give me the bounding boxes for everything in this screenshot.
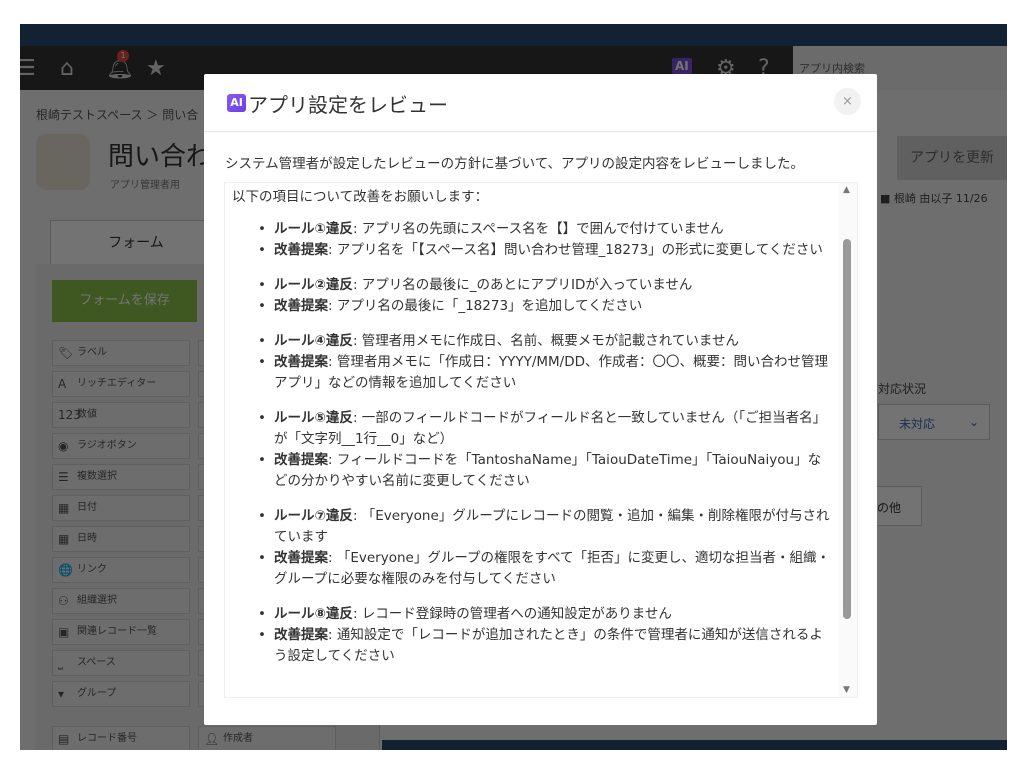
improvement-suggestion: 改善提案: アプリ名の最後に「_18273」を追加してください xyxy=(258,296,831,317)
rule-violation: ルール⑤違反: 一部のフィールドコードがフィールド名と一致していません（「ご担当… xyxy=(258,408,831,450)
related-records-icon: ▣ xyxy=(58,625,70,639)
palette-item[interactable]: ⚇ 組織選択 xyxy=(52,588,190,614)
date-icon: ▦ xyxy=(58,501,70,515)
status-dropdown[interactable]: 未対応 ⌄ xyxy=(878,404,990,440)
palette-item[interactable]: A リッチエディター xyxy=(52,371,190,397)
save-form-button[interactable]: フォームを保存 xyxy=(52,280,197,322)
palette-item[interactable]: ▦ 日付 xyxy=(52,495,190,521)
app-icon xyxy=(36,134,90,190)
dialog-header: AI アプリ設定をレビュー × xyxy=(204,74,877,132)
review-result-box[interactable]: 以下の項目について改善をお願いします： ルール①違反: アプリ名の先頭にスペース… xyxy=(224,182,858,698)
tab-form[interactable]: フォーム xyxy=(50,220,222,264)
status-field-label: 対応状況 xyxy=(878,382,927,396)
space-icon: ⎵ xyxy=(58,656,63,670)
menu-icon[interactable]: ☰ xyxy=(20,56,36,81)
review-dialog: AI アプリ設定をレビュー × システム管理者が設定したレビューの方針に基づいて… xyxy=(204,74,877,725)
palette-item[interactable]: 123 数値 xyxy=(52,402,190,428)
app-title: 問い合わ xyxy=(108,142,213,172)
ai-icon: AI xyxy=(227,94,246,112)
user-icon: ■ xyxy=(880,192,894,205)
improvement-suggestion: 改善提案: 通知設定で「レコードが追加されたとき」の条件で管理者に通知が送信され… xyxy=(258,625,831,667)
dialog-title: アプリ設定をレビュー xyxy=(248,93,448,117)
rule-violation: ルール⑦違反: 「Everyone」グループにレコードの閲覧・追加・編集・削除権… xyxy=(258,506,831,548)
review-group: ルール⑦違反: 「Everyone」グループにレコードの閲覧・追加・編集・削除権… xyxy=(258,506,831,590)
close-button[interactable]: × xyxy=(834,88,861,115)
number-icon: ▤ xyxy=(58,732,70,746)
header-bar xyxy=(20,24,1007,46)
rule-violation: ルール②違反: アプリ名の最後に_のあとにアプリIDが入っていません xyxy=(258,275,831,296)
scrollbar-thumb[interactable] xyxy=(843,239,851,619)
improvement-suggestion: 改善提案: フィールドコードを「TantoshaName」「TaiouDateT… xyxy=(258,450,831,492)
palette-item[interactable]: ☰ 複数選択 xyxy=(52,464,190,490)
palette-item-creator[interactable]: 👤︎ 作成者 xyxy=(198,726,336,750)
last-editor: ■ 根崎 由以子 11/26 xyxy=(880,192,988,205)
ai-button[interactable]: AI xyxy=(672,58,692,74)
group-icon: ▾ xyxy=(58,687,65,701)
other-option[interactable]: の他 xyxy=(870,486,922,526)
breadcrumb[interactable]: 根崎テストスペース ＞ 問い合 xyxy=(36,106,198,123)
palette-item[interactable]: 🏷 ラベル xyxy=(52,340,190,366)
star-icon[interactable]: ★ xyxy=(146,56,166,81)
rule-violation: ルール⑧違反: レコード登録時の管理者への通知設定がありません xyxy=(258,604,831,625)
improvement-suggestion: 改善提案: 管理者用メモに「作成日：YYYY/MM/DD、作成者：〇〇、概要：問… xyxy=(258,352,831,394)
review-group: ルール⑤違反: 一部のフィールドコードがフィールド名と一致していません（「ご担当… xyxy=(258,408,831,492)
chevron-down-icon: ⌄ xyxy=(968,415,979,429)
scrollbar[interactable]: ▲ ▼ xyxy=(839,183,857,697)
review-group: ルール⑧違反: レコード登録時の管理者への通知設定がありません 改善提案: 通知… xyxy=(258,604,831,667)
palette-item[interactable]: ▦ 日時 xyxy=(52,526,190,552)
review-group: ルール①違反: アプリ名の先頭にスペース名を【】で囲んで付けていません 改善提案… xyxy=(258,219,831,261)
review-group: ルール④違反: 管理者用メモに作成日、名前、概要メモが記載されていません 改善提… xyxy=(258,331,831,394)
scroll-up-icon[interactable]: ▲ xyxy=(843,185,850,195)
radio-icon: ◉ xyxy=(58,439,69,453)
admin-memo-link[interactable]: アプリ管理者用 xyxy=(110,176,180,191)
number-icon: 123 xyxy=(58,408,81,422)
footer-bar xyxy=(382,740,1007,750)
update-app-button[interactable]: アプリを更新 xyxy=(897,136,1007,180)
intro-text: 以下の項目について改善をお願いします： xyxy=(232,189,489,205)
link-icon: 🌐 xyxy=(58,563,73,577)
person-icon: 👤︎ xyxy=(204,732,220,746)
rule-violation: ルール①違反: アプリ名の先頭にスペース名を【】で囲んで付けていません xyxy=(258,219,831,240)
org-icon: ⚇ xyxy=(58,594,69,608)
palette-item[interactable]: ⎵ スペース xyxy=(52,650,190,676)
palette-item[interactable]: ▣ 関連レコード一覧 xyxy=(52,619,190,645)
tag-icon: 🏷 xyxy=(58,346,74,360)
review-group: ルール②違反: アプリ名の最後に_のあとにアプリIDが入っていません 改善提案:… xyxy=(258,275,831,317)
scroll-down-icon[interactable]: ▼ xyxy=(843,685,850,695)
palette-item[interactable]: 🌐 リンク xyxy=(52,557,190,583)
palette-item[interactable]: ▾ グループ xyxy=(52,681,190,707)
datetime-icon: ▦ xyxy=(58,532,70,546)
improvement-suggestion: 改善提案: アプリ名を「【スペース名】問い合わせ管理_18273」の形式に変更し… xyxy=(258,240,831,261)
rule-violation: ルール④違反: 管理者用メモに作成日、名前、概要メモが記載されていません xyxy=(258,331,831,352)
palette-item-record-number[interactable]: ▤ レコード番号 xyxy=(52,726,190,750)
notification-badge: 1 xyxy=(117,50,129,62)
palette-item[interactable]: ◉ ラジオボタン xyxy=(52,433,190,459)
multi-select-icon: ☰ xyxy=(58,470,69,484)
home-icon[interactable]: ⌂ xyxy=(60,56,74,81)
rich-editor-icon: A xyxy=(58,377,67,391)
dialog-subtitle: システム管理者が設定したレビューの方針に基づいて、アプリの設定内容をレビューしま… xyxy=(225,156,805,172)
improvement-suggestion: 改善提案: 「Everyone」グループの権限をすべて「拒否」に変更し、適切な担… xyxy=(258,548,831,590)
